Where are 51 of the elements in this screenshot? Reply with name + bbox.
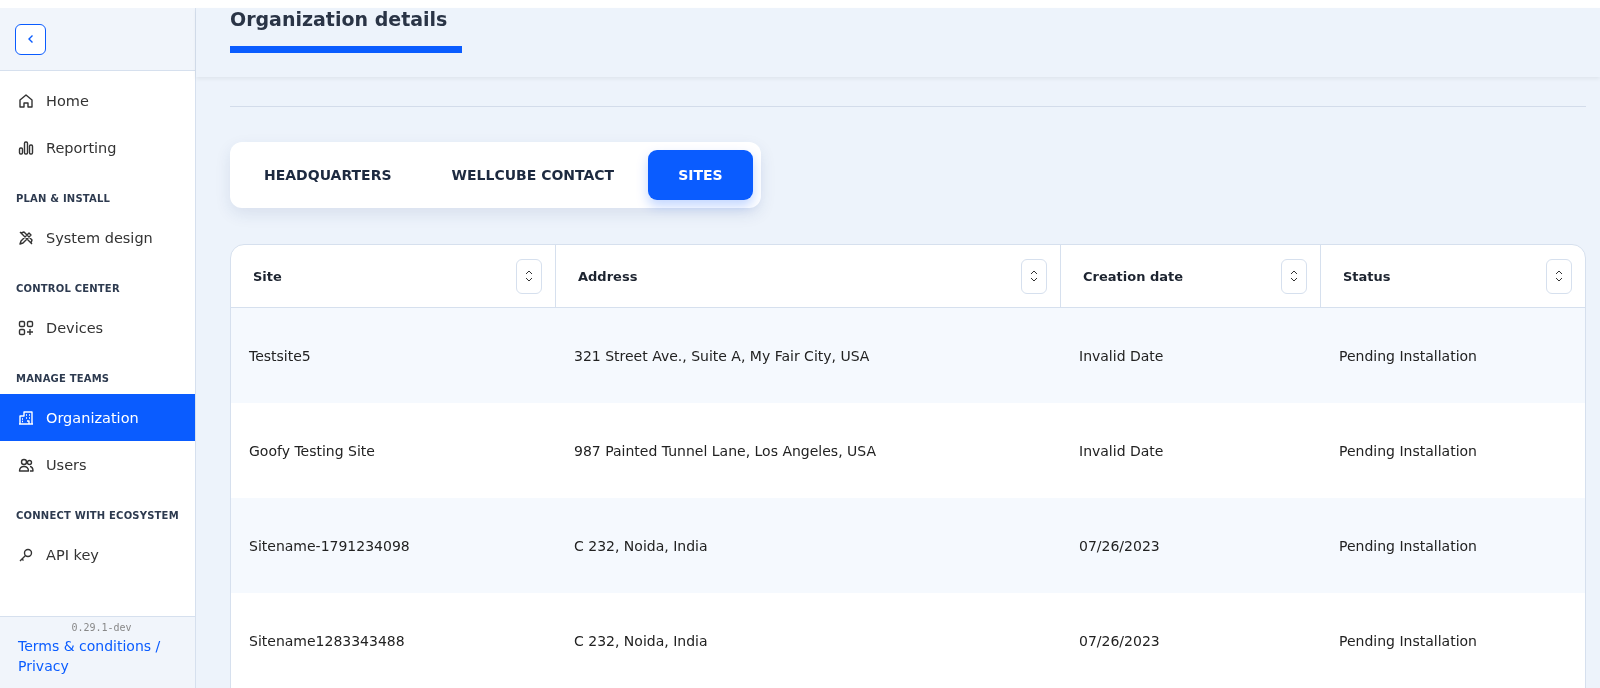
- sidebar-item[interactable]: Home: [0, 77, 195, 124]
- section-heading: PLAN & INSTALL: [15, 192, 112, 206]
- sort-button[interactable]: [1021, 258, 1047, 294]
- table-cell-text: C 232, Noida, India: [573, 537, 709, 554]
- column-header: Creation date: [1083, 268, 1184, 284]
- sort-button[interactable]: [1546, 258, 1572, 294]
- section-heading: CONNECT WITH ECOSYSTEM: [15, 509, 180, 523]
- pencil-ruler-icon: [17, 228, 35, 247]
- sidebar-item[interactable]: Reporting: [0, 124, 195, 171]
- version-label: 0.29.1-dev: [70, 622, 133, 633]
- sidebar-item[interactable]: API key: [0, 531, 195, 578]
- table-cell-text: Testsite5: [248, 347, 312, 364]
- sidebar-item[interactable]: Devices: [0, 304, 195, 351]
- table-cell-text: Pending Installation: [1338, 347, 1478, 364]
- building-icon: [17, 408, 35, 427]
- table-cell-text: Invalid Date: [1078, 347, 1165, 364]
- table-cell-text: Pending Installation: [1338, 537, 1478, 554]
- sort-icon: [1290, 269, 1298, 283]
- terms-link[interactable]: Terms & conditions / Privacy: [18, 636, 185, 676]
- table-cell-text: 987 Painted Tunnel Lane, Los Angeles, USA: [573, 442, 877, 459]
- grid-plus-icon: [17, 318, 35, 337]
- sidebar-item[interactable]: Users: [0, 441, 195, 488]
- tab[interactable]: WELLCUBE CONTACT: [425, 150, 641, 200]
- sidebar-item[interactable]: System design: [0, 214, 195, 261]
- home-icon: [17, 91, 35, 110]
- section-heading: CONTROL CENTER: [15, 282, 121, 296]
- tab[interactable]: HEADQUARTERS: [238, 150, 418, 200]
- column-header: Address: [578, 268, 638, 284]
- sidebar-item[interactable]: Organization: [0, 394, 195, 441]
- table-cell-text: Pending Installation: [1338, 632, 1478, 649]
- column-header: Status: [1343, 268, 1391, 284]
- table-cell-text: 07/26/2023: [1078, 632, 1161, 649]
- section-heading: MANAGE TEAMS: [15, 372, 111, 386]
- table-cell-text: 07/26/2023: [1078, 537, 1161, 554]
- back-button[interactable]: [15, 23, 46, 55]
- bar-chart-icon: [17, 138, 35, 157]
- tab[interactable]: SITES: [648, 150, 753, 200]
- sort-icon: [1555, 269, 1563, 283]
- table-cell-text: Goofy Testing Site: [248, 442, 376, 459]
- table-cell-text: 321 Street Ave., Suite A, My Fair City, USA: [573, 347, 871, 364]
- sort-button[interactable]: [516, 258, 542, 294]
- table-cell-text: Sitename-1791234098: [248, 537, 411, 554]
- sort-icon: [1030, 269, 1038, 283]
- table-cell-text: C 232, Noida, India: [573, 632, 709, 649]
- table-cell-text: Invalid Date: [1078, 442, 1165, 459]
- sort-icon: [525, 269, 533, 283]
- page-title: Organization details: [230, 8, 449, 30]
- table-cell-text: Sitename1283343488: [248, 632, 406, 649]
- sort-button[interactable]: [1281, 258, 1307, 294]
- table-cell-text: Pending Installation: [1338, 442, 1478, 459]
- column-header: Site: [253, 268, 282, 284]
